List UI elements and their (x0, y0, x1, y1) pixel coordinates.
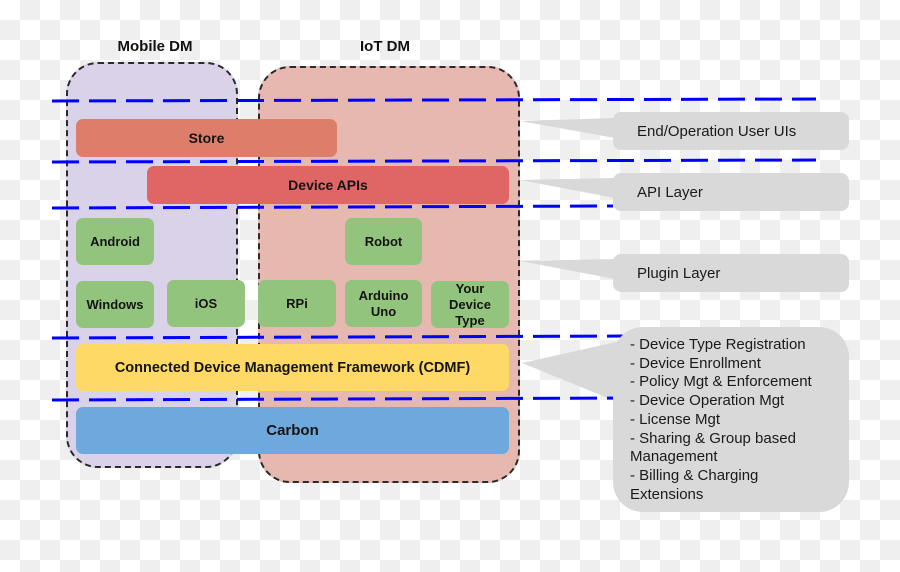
ui-layer-callout: End/Operation User UIs (613, 112, 849, 150)
api-layer-callout: API Layer (613, 173, 849, 211)
feature-item: - Billing & Charging Extensions (630, 466, 759, 503)
feature-item: - License Mgt (630, 410, 721, 428)
feature-item: - Device Type Registration (630, 336, 806, 353)
divider-api-plugin (51, 204, 614, 210)
divider-ui-api (51, 158, 817, 164)
cdmf-features-callout: - Device Type Registration - Device Enro… (613, 327, 849, 512)
feature-item: - Device Operation Mgt (630, 392, 785, 410)
feature-item: - Device Enrollment (630, 354, 761, 372)
plugin-layer-callout: Plugin Layer (613, 254, 849, 292)
divider-cdmf-carbon (51, 396, 626, 402)
divider-plugin-cdmf (51, 334, 626, 340)
feature-item: - Sharing & Group based Management (630, 429, 796, 466)
divider-ui-top (51, 97, 817, 103)
feature-item: - Policy Mgt & Enforcement (630, 373, 812, 391)
